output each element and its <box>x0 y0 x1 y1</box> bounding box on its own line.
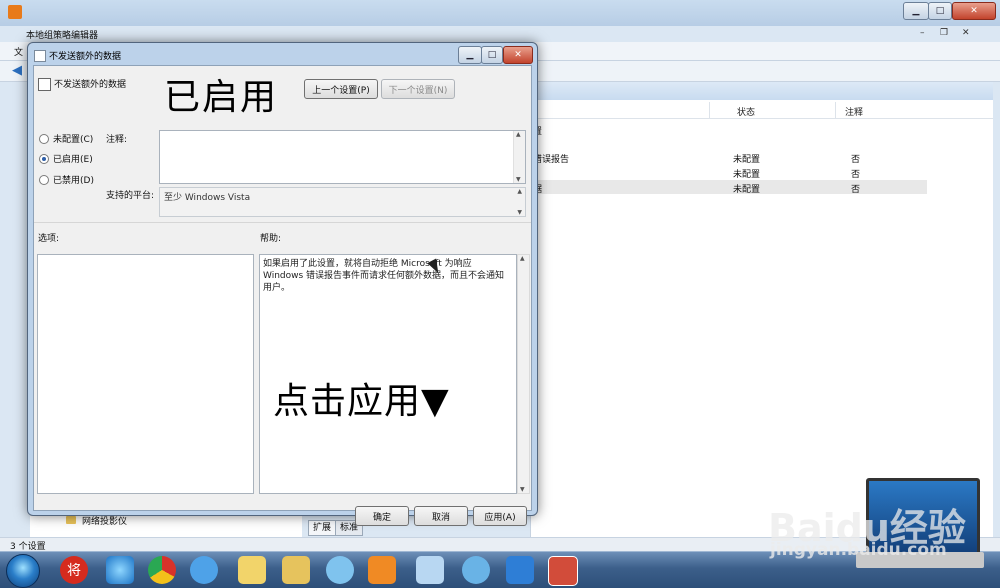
row-note: 否 <box>851 155 861 165</box>
help-scrollbar[interactable]: ▲ ▼ <box>517 254 530 494</box>
supported-platform-value: 至少 Windows Vista <box>164 193 251 203</box>
note-label: 注释: <box>106 135 128 145</box>
previous-setting-button[interactable]: 上一个设置(P) <box>304 79 378 99</box>
baidu-watermark-url: jingyan.baidu.com <box>770 540 947 560</box>
scroll-down-icon[interactable]: ▼ <box>520 486 525 493</box>
chrome-icon[interactable] <box>148 556 176 584</box>
annotation-click-apply-text: 点击应用▼ <box>273 381 450 422</box>
scroll-up-icon[interactable]: ▲ <box>517 188 522 195</box>
folder-icon <box>66 516 76 524</box>
table-row[interactable]: 未配置 否 <box>531 165 927 180</box>
dialog-body: 不发送额外的数据 上一个设置(P) 下一个设置(N) 未配置(C) 已启用(E)… <box>33 65 532 526</box>
dialog-title: 不发送额外的数据 <box>49 52 122 62</box>
note-scrollbar[interactable]: ▲ ▼ <box>513 131 525 183</box>
tab-extended[interactable]: 扩展 <box>308 520 337 536</box>
scroll-up-icon[interactable]: ▲ <box>520 255 525 262</box>
media-player-icon[interactable] <box>368 556 396 584</box>
policy-setting-dialog: 不发送额外的数据 ▁ □ ✕ 不发送额外的数据 上一个设置(P) 下一个设置(N… <box>27 42 538 526</box>
section-divider <box>34 222 531 223</box>
column-header: 状态 注释 <box>531 102 993 119</box>
radio-circle[interactable] <box>39 133 49 144</box>
table-row[interactable]: 错误报告 未配置 否 <box>531 150 927 165</box>
window-title: 本地组策略编辑器 <box>26 31 99 41</box>
doc-restore-icon[interactable]: ❐ <box>940 28 954 40</box>
doc-minimize-icon[interactable]: – <box>920 28 934 40</box>
control-panel-icon[interactable] <box>462 556 490 584</box>
radio-label: 已启用(E) <box>53 155 93 165</box>
table-row-selected[interactable]: 据 未配置 否 <box>531 180 927 195</box>
row-note: 否 <box>851 185 861 195</box>
minimize-button[interactable]: ▁ <box>903 2 929 20</box>
note-textarea[interactable]: ▲ ▼ <box>159 130 526 184</box>
paint-icon[interactable] <box>416 556 444 584</box>
radio-enabled[interactable]: 已启用(E) <box>39 152 93 165</box>
close-button[interactable]: ✕ <box>952 2 996 20</box>
app-cube-icon[interactable] <box>506 556 534 584</box>
radio-not-configured[interactable]: 未配置(C) <box>39 132 93 145</box>
policy-name: 不发送额外的数据 <box>54 80 127 90</box>
row-state: 未配置 <box>733 170 761 180</box>
help-text: 如果启用了此设置，就将自动拒绝 Microsoft 为响应 Windows 错误… <box>263 259 505 293</box>
start-button[interactable] <box>6 554 40 588</box>
apply-button[interactable]: 应用(A) <box>473 506 527 526</box>
back-arrow-icon[interactable]: ◀ <box>12 63 22 78</box>
column-note[interactable]: 注释 <box>845 105 863 118</box>
internet-explorer-icon[interactable] <box>106 556 134 584</box>
app-icon <box>8 5 22 19</box>
scroll-down-icon[interactable]: ▼ <box>517 209 522 216</box>
qq-icon[interactable] <box>190 556 218 584</box>
row-name: 错误报告 <box>533 155 570 165</box>
row-note: 否 <box>851 170 861 180</box>
network-icon[interactable] <box>326 556 354 584</box>
column-separator[interactable] <box>709 102 710 118</box>
scroll-down-icon[interactable]: ▼ <box>516 176 521 183</box>
dialog-icon <box>34 50 46 62</box>
next-setting-button[interactable]: 下一个设置(N) <box>381 79 455 99</box>
radio-label: 已禁用(D) <box>53 176 94 186</box>
settings-list-pane: 状态 注释 置 错误报告 未配置 否 未配置 否 据 未配置 否 <box>530 82 993 537</box>
help-label: 帮助: <box>260 234 282 244</box>
annotation-enabled-text: 已启用 <box>164 77 279 118</box>
dialog-close-button[interactable]: ✕ <box>503 46 533 64</box>
section-band <box>531 82 993 100</box>
row-state: 未配置 <box>733 155 761 165</box>
table-row[interactable]: 置 <box>531 122 927 137</box>
maximize-button[interactable]: □ <box>928 2 952 20</box>
column-state[interactable]: 状态 <box>737 105 755 118</box>
menu-item-file[interactable]: 文 <box>14 45 23 58</box>
radio-circle-selected[interactable] <box>39 153 49 164</box>
file-explorer-icon[interactable] <box>282 556 310 584</box>
dialog-maximize-button[interactable]: □ <box>481 46 503 64</box>
options-label: 选项: <box>38 234 60 244</box>
sticky-notes-icon[interactable] <box>238 556 266 584</box>
radio-circle[interactable] <box>39 174 49 185</box>
group-policy-editor-icon[interactable] <box>548 556 578 586</box>
supported-platform-box: 至少 Windows Vista ▲ ▼ <box>159 187 526 217</box>
row-state: 未配置 <box>733 185 761 195</box>
policy-icon <box>38 78 51 91</box>
dialog-minimize-button[interactable]: ▁ <box>458 46 482 64</box>
options-panel <box>37 254 254 494</box>
supported-platform-label: 支持的平台: <box>106 191 155 201</box>
scroll-up-icon[interactable]: ▲ <box>516 131 521 138</box>
cancel-button[interactable]: 取消 <box>414 506 468 526</box>
taskbar-app-red-icon[interactable]: 将 <box>60 556 88 584</box>
ok-button[interactable]: 确定 <box>355 506 409 526</box>
radio-disabled[interactable]: 已禁用(D) <box>39 173 94 186</box>
doc-close-icon[interactable]: ✕ <box>962 28 976 40</box>
radio-label: 未配置(C) <box>53 135 94 145</box>
main-titlebar: ▁ □ ✕ <box>0 0 1000 26</box>
column-separator[interactable] <box>835 102 836 118</box>
